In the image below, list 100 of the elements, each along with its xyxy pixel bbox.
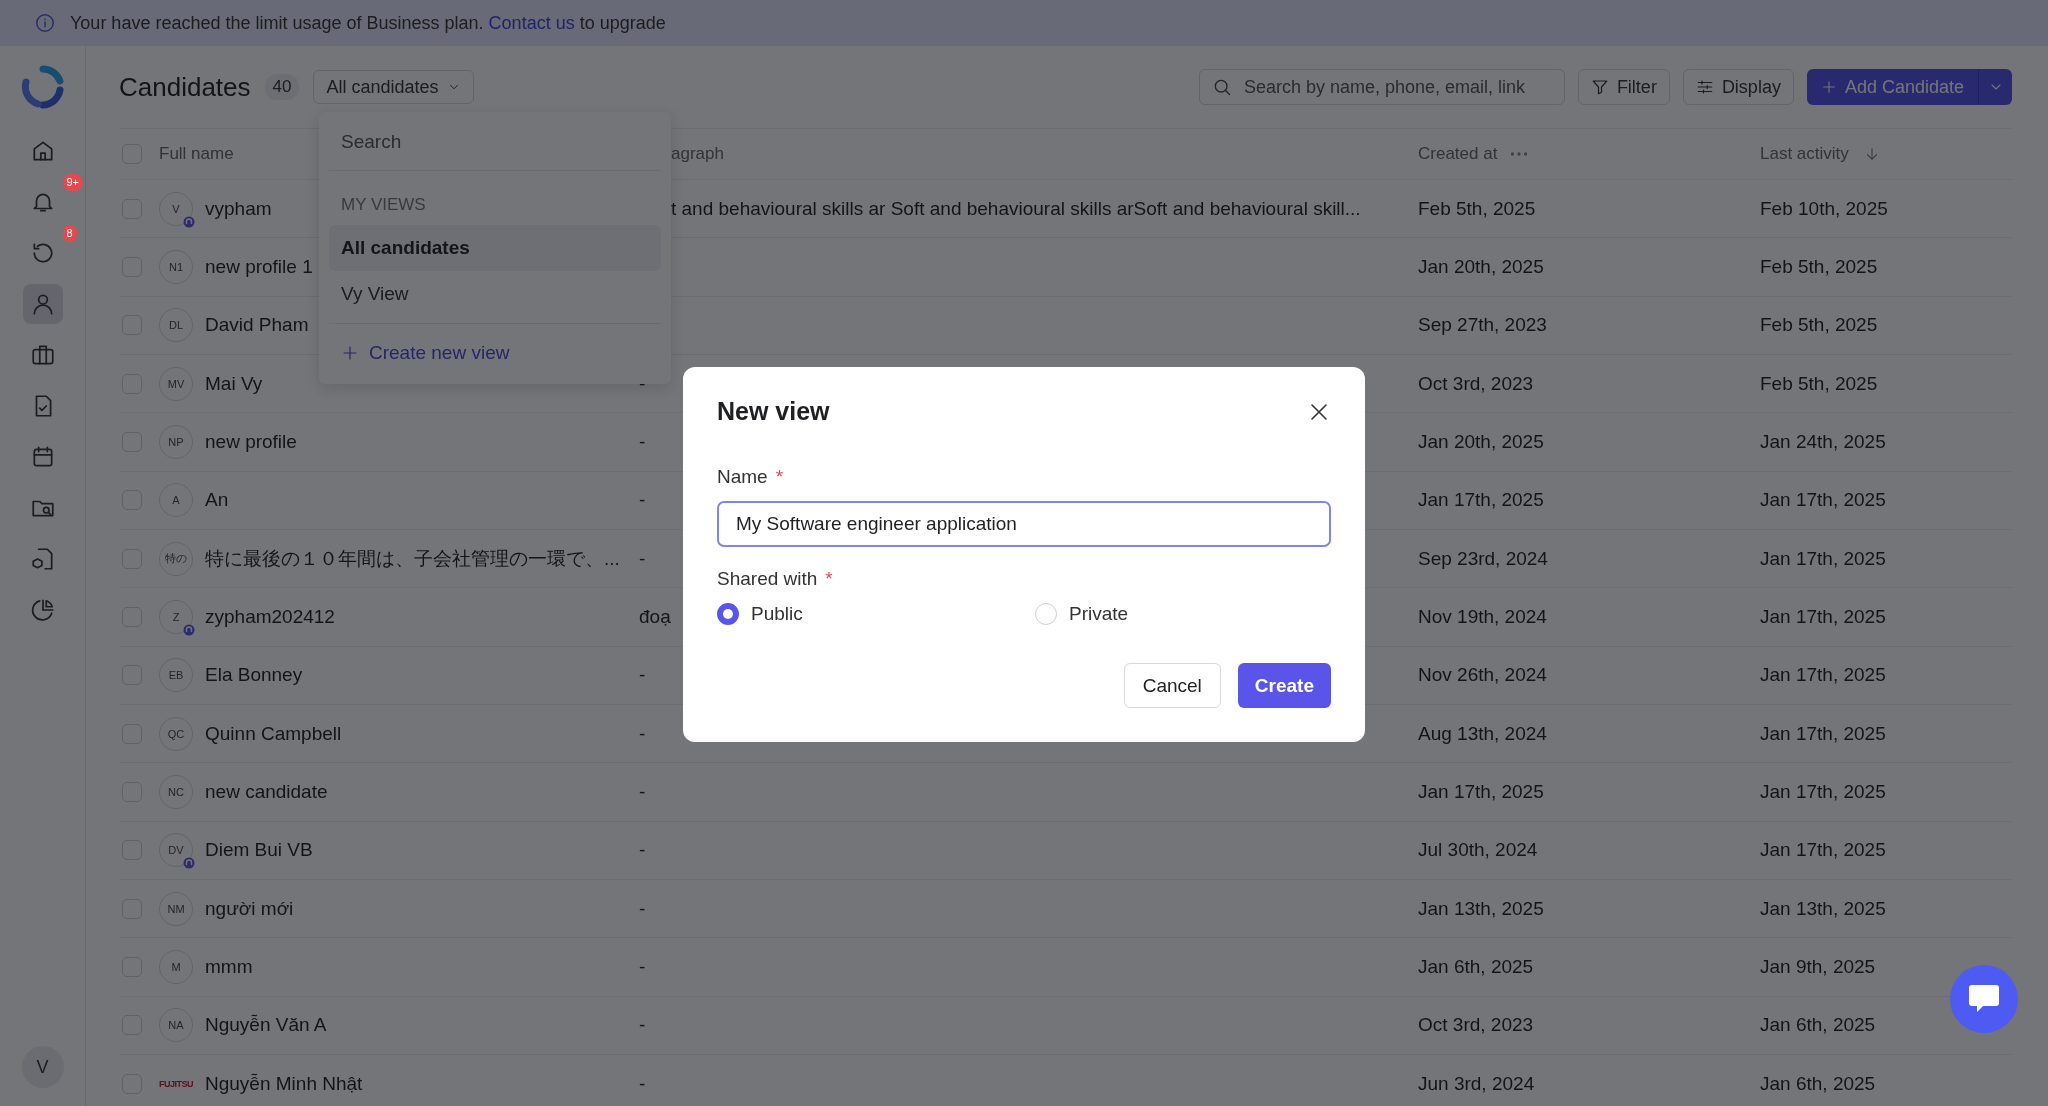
table-cell: -	[639, 897, 646, 920]
pie-chart-icon	[29, 597, 56, 623]
required-mark: *	[775, 466, 784, 488]
info-icon	[34, 12, 56, 34]
table-cell: Jan 20th, 2025	[1418, 431, 1544, 454]
logo-icon	[19, 64, 66, 110]
table-cell: -	[639, 839, 646, 862]
candidate-name[interactable]: Nguyễn Văn A	[205, 1014, 327, 1037]
candidate-name[interactable]: mmm	[205, 956, 253, 979]
column-header[interactable]: Last activity	[1760, 144, 1849, 164]
table-cell: -	[639, 781, 646, 804]
plus-icon	[341, 344, 359, 362]
table-cell: -	[639, 1014, 646, 1037]
column-header[interactable]: Created at	[1418, 144, 1498, 164]
search-field[interactable]: Search by name, phone, email, link	[1198, 69, 1565, 105]
table-cell: Jan 17th, 2025	[1760, 722, 1886, 745]
table-cell: Jan 13th, 2025	[1760, 897, 1886, 920]
table-cell: Jan 20th, 2025	[1418, 256, 1544, 278]
candidate-name[interactable]: An	[205, 489, 229, 512]
menu-search-field[interactable]: Search	[329, 120, 661, 164]
name-field[interactable]: My Software engineer application	[717, 501, 1331, 547]
view-select[interactable]: All candidates	[313, 70, 474, 104]
table-cell: -	[639, 1072, 646, 1095]
dialog-title: New view	[717, 397, 830, 426]
candidate-name[interactable]: vypham	[205, 197, 272, 220]
table-cell: Sep 23rd, 2024	[1418, 547, 1548, 570]
company-logo: FUJITSU	[159, 1077, 193, 1091]
more-icon	[1511, 152, 1528, 156]
table-cell: Jan 6th, 2025	[1760, 1072, 1876, 1095]
filter-icon	[1590, 78, 1609, 96]
view-item[interactable]: All candidates	[329, 225, 661, 271]
user-avatar[interactable]: V	[21, 1046, 64, 1088]
candidate-name[interactable]: Ela Bonney	[205, 664, 303, 687]
table-cell: Jan 6th, 2025	[1760, 1014, 1876, 1037]
candidate-name[interactable]: người mới	[205, 897, 294, 920]
table-cell: Feb 5th, 2025	[1760, 372, 1878, 395]
table-cell: -	[639, 431, 646, 454]
candidate-name[interactable]: 特に最後の１０年間は、子会社管理の一環で、...	[205, 545, 620, 572]
radio-label: Public	[751, 603, 803, 625]
table-cell: Jan 17th, 2025	[1760, 839, 1886, 862]
table-cell: Jan 17th, 2025	[1418, 781, 1544, 804]
table-cell: Jan 6th, 2025	[1418, 956, 1534, 979]
radio-button[interactable]	[717, 603, 739, 625]
table-cell: Jan 17th, 2025	[1760, 547, 1886, 570]
field-label: Shared with	[717, 568, 818, 590]
chat-icon	[1967, 983, 2001, 1015]
required-mark: *	[825, 568, 833, 590]
table-cell: Jul 30th, 2024	[1418, 839, 1538, 862]
display-button[interactable]: Display	[1682, 69, 1794, 105]
table-cell: Jan 17th, 2025	[1760, 664, 1886, 687]
table-cell: Oct 3rd, 2023	[1418, 1014, 1534, 1037]
candidate-name[interactable]: David Pham	[205, 314, 309, 337]
table-cell: Aug 13th, 2024	[1418, 722, 1547, 745]
table-cell: Jan 17th, 2025	[1760, 781, 1886, 804]
view-item[interactable]: Vy View	[329, 271, 661, 317]
table-cell: Jan 17th, 2025	[1760, 489, 1886, 512]
table-cell: Sep 27th, 2023	[1418, 314, 1547, 337]
sidebar-item[interactable]	[22, 284, 63, 324]
candidate-name[interactable]: Nguyễn Minh Nhật	[205, 1072, 363, 1095]
table-cell: Feb 5th, 2025	[1418, 197, 1536, 220]
table-cell: -	[639, 664, 646, 687]
add-candidate-button[interactable]: Add Candidate	[1806, 69, 1978, 105]
table-cell: -	[639, 956, 646, 979]
table-cell: -	[639, 489, 646, 512]
sliders-icon	[1695, 78, 1714, 96]
column-header[interactable]: Full name	[159, 144, 234, 164]
dropdown-button[interactable]	[1978, 69, 2012, 105]
candidate-name[interactable]: Quinn Campbell	[205, 722, 342, 745]
filter-button[interactable]: Filter	[1577, 69, 1670, 105]
table-cell: Jan 13th, 2025	[1418, 897, 1544, 920]
section-label: MY VIEWS	[340, 194, 427, 216]
create-button[interactable]: Create	[1237, 663, 1331, 708]
column-header[interactable]: agraph	[671, 144, 724, 164]
candidate-name[interactable]: Diem Bui VB	[205, 839, 313, 862]
table-cell: Jan 17th, 2025	[1760, 606, 1886, 629]
table-cell: Feb 5th, 2025	[1760, 256, 1878, 278]
notification-badge: 9+	[62, 174, 84, 191]
table-cell: Nov 19th, 2024	[1418, 606, 1547, 629]
table-cell: Jan 24th, 2025	[1760, 431, 1886, 454]
table-cell: Jan 9th, 2025	[1760, 956, 1876, 979]
contact-link[interactable]: Contact us	[488, 12, 575, 33]
briefcase-icon	[29, 342, 56, 368]
candidate-name[interactable]: zypham202412	[205, 606, 335, 629]
candidate-name[interactable]: new candidate	[205, 781, 328, 804]
radio-label: Private	[1069, 603, 1129, 625]
notification-badge: 8	[62, 225, 77, 242]
table-cell: Feb 5th, 2025	[1760, 314, 1878, 337]
plus-icon	[1820, 79, 1837, 95]
table-cell: đoạ	[639, 606, 671, 629]
document-cube-icon	[29, 546, 56, 572]
candidate-name[interactable]: Mai Vy	[205, 372, 263, 395]
candidate-name[interactable]: new profile 1	[205, 256, 313, 278]
table-cell: Oct 3rd, 2023	[1418, 372, 1534, 395]
table-cell: -	[639, 547, 646, 570]
count-badge: 40	[264, 74, 300, 100]
candidate-name[interactable]: new profile	[205, 431, 297, 454]
limit-message: Your have reached the limit usage of Business plan. Contact us to upgrade	[70, 12, 666, 34]
cancel-button[interactable]: Cancel	[1123, 663, 1221, 708]
table-cell: Jan 17th, 2025	[1418, 489, 1544, 512]
table-cell: t and behavioural skills ar Soft and behavioural skills arSoft and behavioural skill...	[671, 197, 1361, 220]
